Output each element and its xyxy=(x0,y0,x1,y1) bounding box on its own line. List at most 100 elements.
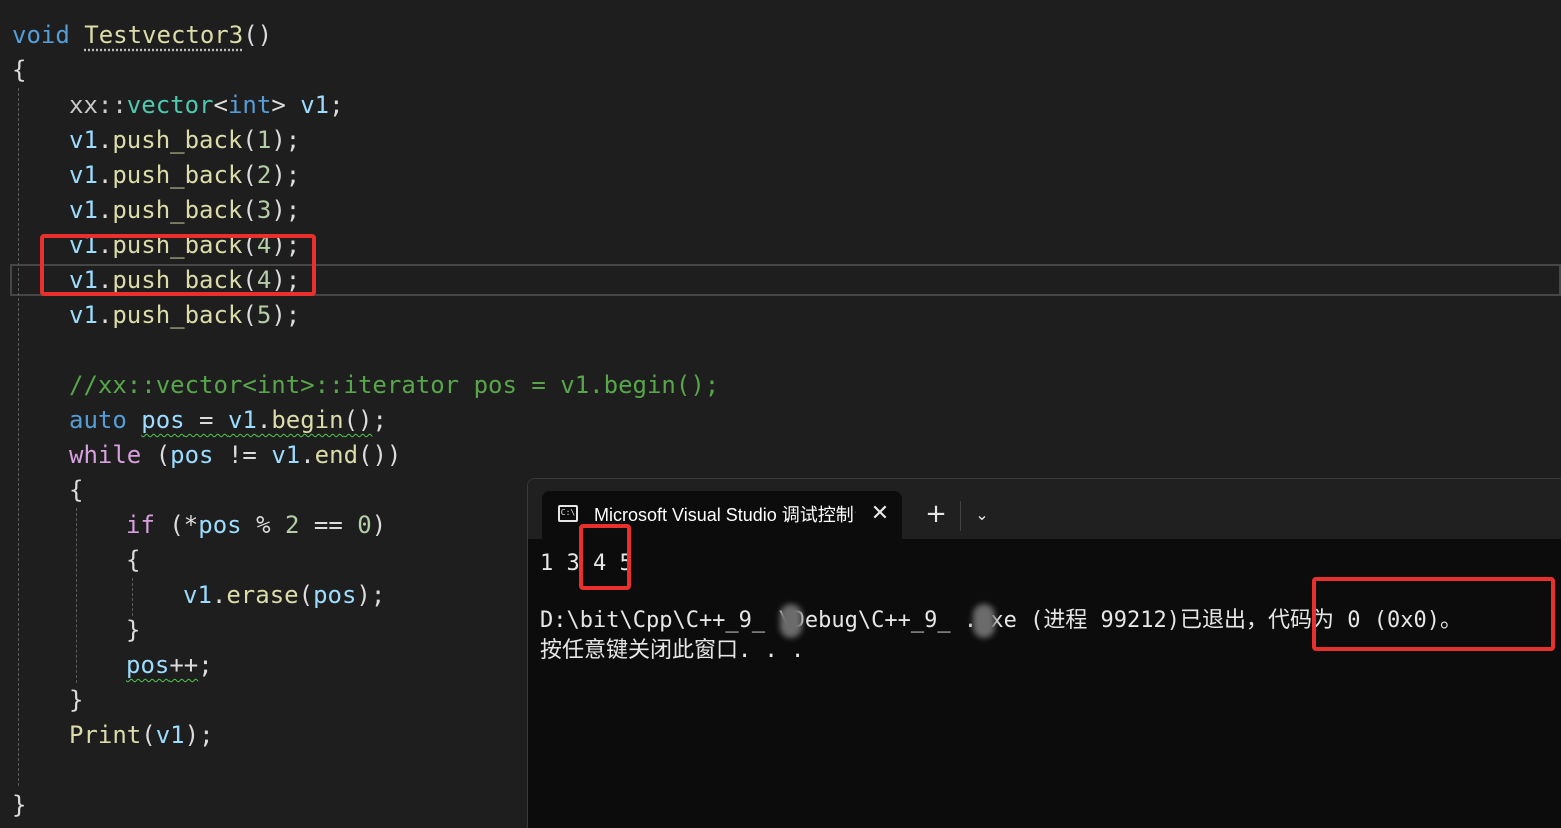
terminal-tab-bar: C:\ Microsoft Visual Studio 调试控制台 ✕ + ⌄ xyxy=(528,479,1561,539)
number-literal: 1 xyxy=(256,126,272,154)
open-brace: { xyxy=(126,546,141,574)
tab-separator xyxy=(960,501,961,531)
indent-guide xyxy=(132,578,133,616)
annotation-box-duplicate-push xyxy=(40,234,316,296)
punctuation: . xyxy=(97,301,113,329)
code-line-signature: void Testvector3() xyxy=(12,18,272,53)
variable: v1 xyxy=(300,91,330,119)
number-literal: 2 xyxy=(256,161,272,189)
console-icon: C:\ xyxy=(558,505,578,522)
close-brace: } xyxy=(12,791,27,819)
code-line-push-back: v1.push_back(2); xyxy=(69,161,301,189)
method-name: push_back xyxy=(112,301,243,329)
operator: = xyxy=(184,406,228,434)
code-line-open-brace: { xyxy=(126,543,140,578)
variable: v1 xyxy=(69,126,98,154)
press-key-message: 按任意键关闭此窗口. . . xyxy=(540,638,805,663)
punctuation: ; xyxy=(199,721,214,749)
method-name: end xyxy=(314,441,359,469)
variable-pos: pos xyxy=(313,581,357,609)
punctuation: . xyxy=(97,196,113,224)
punctuation: . xyxy=(300,441,315,469)
code-line-open-brace: { xyxy=(12,53,26,88)
punctuation: > xyxy=(271,91,286,119)
punctuation: ; xyxy=(372,406,387,434)
keyword-while: while xyxy=(69,441,142,469)
punctuation: ; xyxy=(285,126,301,154)
variable-pos: pos xyxy=(126,651,170,679)
function-call: Print xyxy=(69,721,142,749)
keyword-int: int xyxy=(227,91,272,119)
method-name: push_back xyxy=(112,126,243,154)
open-brace: { xyxy=(12,56,27,84)
keyword-auto: auto xyxy=(69,406,127,434)
variable-pos: pos xyxy=(141,406,185,434)
tab-title: Microsoft Visual Studio 调试控制台 xyxy=(594,505,856,525)
code-line-push-back: v1.push_back(5); xyxy=(69,301,301,329)
code-line-push-back: v1.push_back(1); xyxy=(69,126,301,154)
type-name: vector xyxy=(126,91,214,119)
number-literal: 2 xyxy=(284,511,300,539)
function-name[interactable]: Testvector3 xyxy=(84,21,243,49)
method-name: push_back xyxy=(112,196,243,224)
keyword-if: if xyxy=(126,511,155,539)
punctuation: . xyxy=(256,406,272,434)
operator: == xyxy=(299,511,358,539)
method-name: begin xyxy=(271,406,344,434)
variable: v1 xyxy=(155,721,185,749)
code-line-open-brace: { xyxy=(69,473,83,508)
code-line-erase: v1.erase(pos); xyxy=(183,581,386,609)
punctuation: ; xyxy=(285,161,301,189)
operator: % xyxy=(241,511,285,539)
annotation-box-exit-code xyxy=(1312,577,1555,651)
annotation-box-output-4 xyxy=(579,524,631,590)
code-line-close-brace: } xyxy=(12,788,26,823)
debug-console-window[interactable]: C:\ Microsoft Visual Studio 调试控制台 ✕ + ⌄ … xyxy=(527,478,1561,828)
indent-guide xyxy=(76,508,77,683)
number-literal: 3 xyxy=(256,196,272,224)
code-line-increment: pos++; xyxy=(126,648,213,683)
punctuation: . xyxy=(97,126,113,154)
operator: != xyxy=(213,441,272,469)
namespace: xx:: xyxy=(69,91,127,119)
variable: v1 xyxy=(69,196,98,224)
variable: v1 xyxy=(227,406,257,434)
new-tab-button[interactable]: + xyxy=(922,499,950,529)
redaction-blur xyxy=(780,604,802,638)
variable: v1 xyxy=(183,581,212,609)
punctuation: . xyxy=(97,161,113,189)
code-line-declaration: xx::vector<int> v1; xyxy=(69,88,344,123)
variable: v1 xyxy=(69,301,98,329)
punctuation: < xyxy=(213,91,228,119)
variable-pos: pos xyxy=(198,511,242,539)
variable-pos: pos xyxy=(170,441,214,469)
keyword-void: void xyxy=(12,21,70,49)
punctuation: (* xyxy=(169,511,199,539)
close-icon[interactable]: ✕ xyxy=(868,501,892,527)
punctuation: ; xyxy=(370,581,386,609)
redaction-blur xyxy=(973,604,995,638)
code-line-push-back: v1.push_back(3); xyxy=(69,196,301,224)
close-brace: } xyxy=(69,686,84,714)
punctuation: ; xyxy=(198,651,213,679)
close-brace: } xyxy=(126,616,141,644)
punctuation: ; xyxy=(285,301,301,329)
variable: v1 xyxy=(69,161,98,189)
punctuation: ; xyxy=(285,196,301,224)
code-line-if: if (*pos % 2 == 0) xyxy=(126,511,387,539)
number-literal: 0 xyxy=(357,511,372,539)
punctuation: . xyxy=(211,581,227,609)
code-line-comment: //xx::vector<int>::iterator pos = v1.beg… xyxy=(69,371,720,399)
open-brace: { xyxy=(69,476,84,504)
code-line-close-brace: } xyxy=(69,683,83,718)
operator: ++ xyxy=(169,651,199,679)
number-literal: 5 xyxy=(256,301,272,329)
code-line-print: Print(v1); xyxy=(69,721,214,749)
method-name: push_back xyxy=(112,161,243,189)
chevron-down-icon[interactable]: ⌄ xyxy=(970,501,994,529)
method-name: erase xyxy=(226,581,299,609)
code-line-auto: auto pos = v1.begin(); xyxy=(69,406,387,434)
code-line-while: while (pos != v1.end()) xyxy=(69,441,402,469)
punctuation: () xyxy=(243,21,273,49)
indent-guide xyxy=(18,88,19,786)
